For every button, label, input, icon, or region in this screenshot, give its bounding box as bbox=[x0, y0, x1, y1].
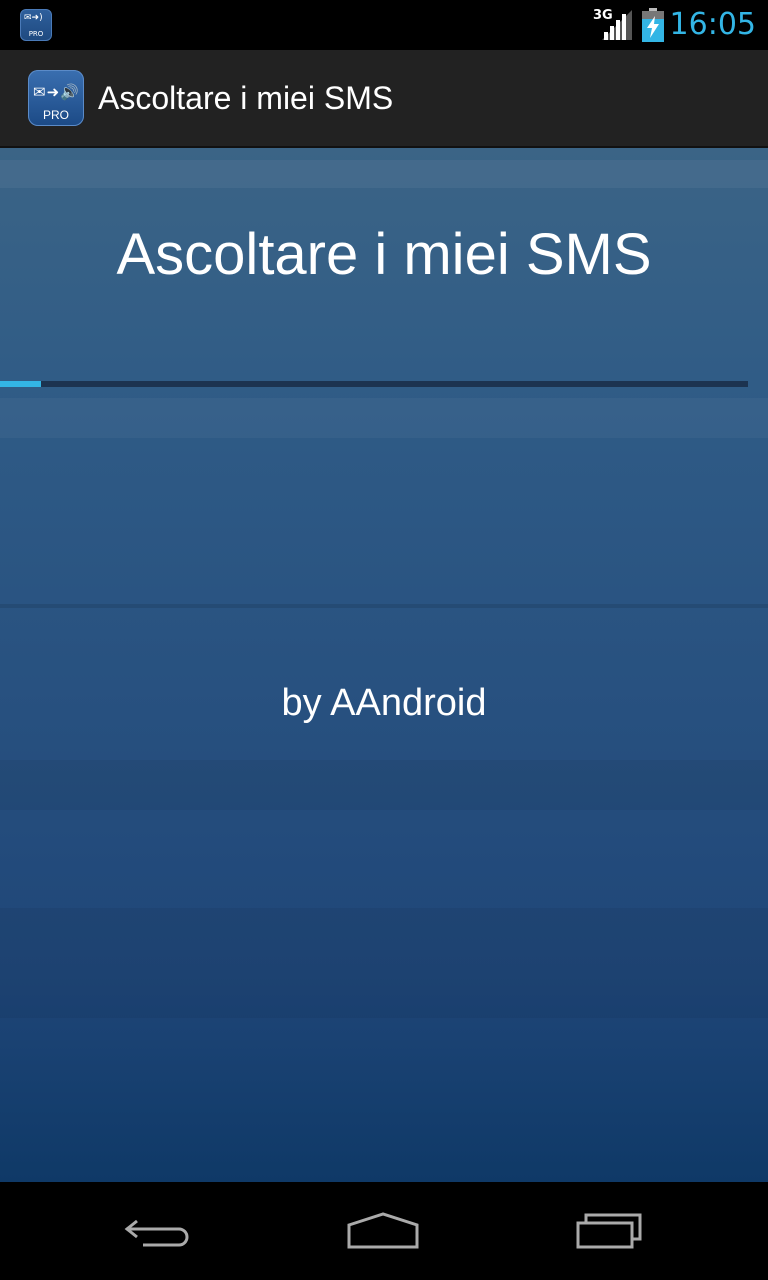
battery-charging-icon bbox=[642, 8, 664, 42]
home-button[interactable] bbox=[303, 1182, 463, 1280]
back-button[interactable] bbox=[78, 1182, 238, 1280]
action-bar: ✉➜🔊 PRO Ascoltare i miei SMS bbox=[0, 50, 768, 148]
progress-bar-fill bbox=[0, 381, 42, 387]
author-byline: by AAndroid bbox=[281, 682, 487, 724]
progress-bar bbox=[0, 381, 748, 387]
recent-apps-icon bbox=[576, 1213, 642, 1249]
sms-speaker-icon: ✉➜🔊 bbox=[33, 83, 80, 101]
home-icon bbox=[347, 1212, 419, 1249]
splash-content: Ascoltare i miei SMS by AAndroid bbox=[0, 148, 768, 1182]
status-bar: ✉➜) PRO 3G 16:05 bbox=[0, 0, 768, 50]
action-bar-title: Ascoltare i miei SMS bbox=[98, 80, 394, 116]
app-icon[interactable]: ✉➜🔊 PRO bbox=[28, 70, 84, 126]
clock: 16:05 bbox=[669, 7, 756, 42]
splash-title: Ascoltare i miei SMS bbox=[116, 222, 652, 287]
signal-icon bbox=[602, 10, 632, 40]
recent-apps-button[interactable] bbox=[529, 1182, 689, 1280]
navigation-bar bbox=[0, 1182, 768, 1280]
back-icon bbox=[124, 1219, 189, 1247]
notification-app-icon: ✉➜) PRO bbox=[20, 9, 52, 41]
